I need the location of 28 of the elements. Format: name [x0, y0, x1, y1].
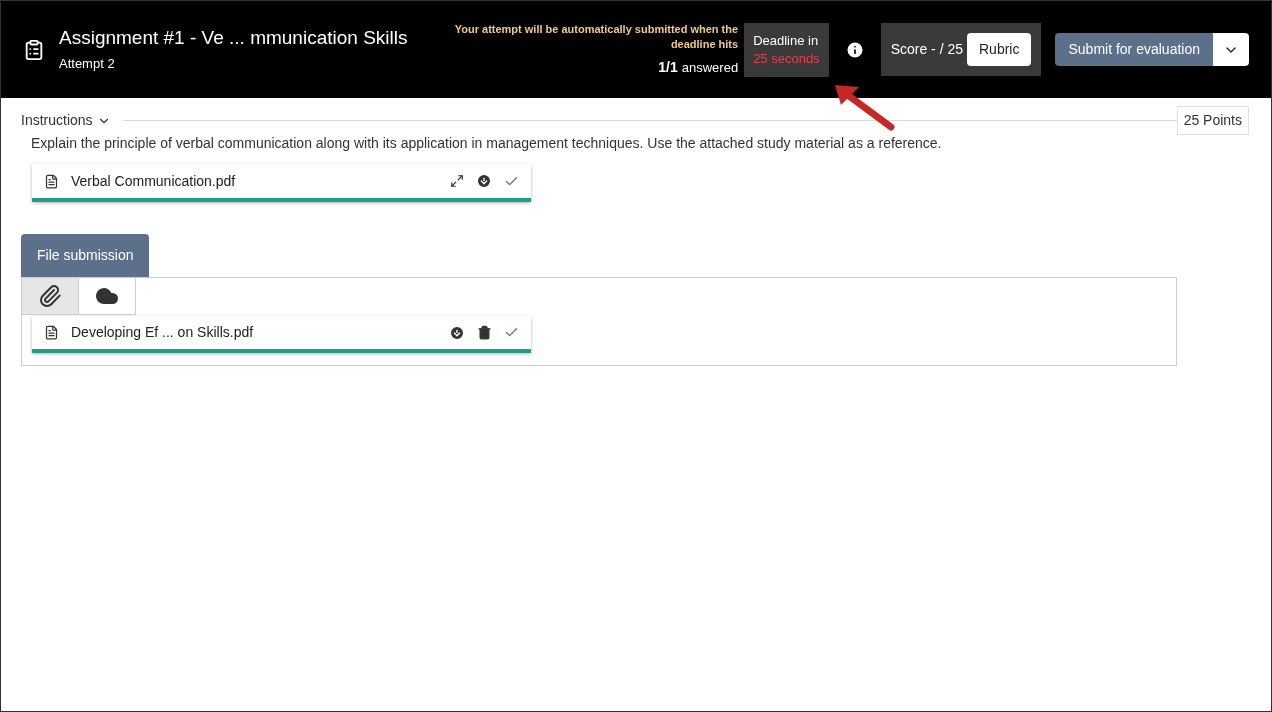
- instructions-text: Explain the principle of verbal communication along with its application in management techniques. Use the attached study material as a reference.: [31, 134, 943, 153]
- assignment-title: Assignment #1 - Ve ... mmunication Skills: [59, 25, 408, 50]
- file-submission-tab[interactable]: File submission: [21, 234, 150, 277]
- submit-options-button[interactable]: [1213, 33, 1249, 66]
- auto-submit-notice: Your attempt will be automatically submitted when the deadline hits: [453, 21, 739, 52]
- rubric-button[interactable]: Rubric: [967, 33, 1032, 66]
- file-name[interactable]: Developing Ef ... on Skills.pdf: [71, 322, 437, 343]
- pdf-file-icon: [44, 325, 59, 340]
- download-icon[interactable]: [449, 324, 465, 341]
- pdf-file-icon: [44, 173, 59, 189]
- info-icon[interactable]: [844, 39, 865, 60]
- clipboard-icon: [23, 38, 45, 61]
- score-label: Score - / 25: [890, 40, 963, 59]
- upload-source-tab[interactable]: [79, 278, 136, 315]
- attempt-label: Attempt 2: [59, 54, 116, 73]
- file-name[interactable]: Verbal Communication.pdf: [71, 170, 438, 192]
- deadline-label: Deadline in: [753, 31, 820, 50]
- points-label: 25 Points: [1176, 106, 1249, 135]
- trash-icon[interactable]: [477, 325, 492, 340]
- answered-count: 1/1: [658, 57, 678, 77]
- paperclip-icon: [38, 284, 62, 308]
- deadline-countdown: 25 seconds: [753, 49, 820, 68]
- submit-button[interactable]: Submit for evaluation: [1055, 33, 1213, 66]
- instructions-toggle[interactable]: Instructions: [21, 110, 111, 131]
- download-icon[interactable]: [476, 173, 492, 189]
- answered-label: answered: [681, 58, 739, 77]
- expand-icon[interactable]: [450, 174, 464, 188]
- upload-source-tab[interactable]: [22, 278, 79, 315]
